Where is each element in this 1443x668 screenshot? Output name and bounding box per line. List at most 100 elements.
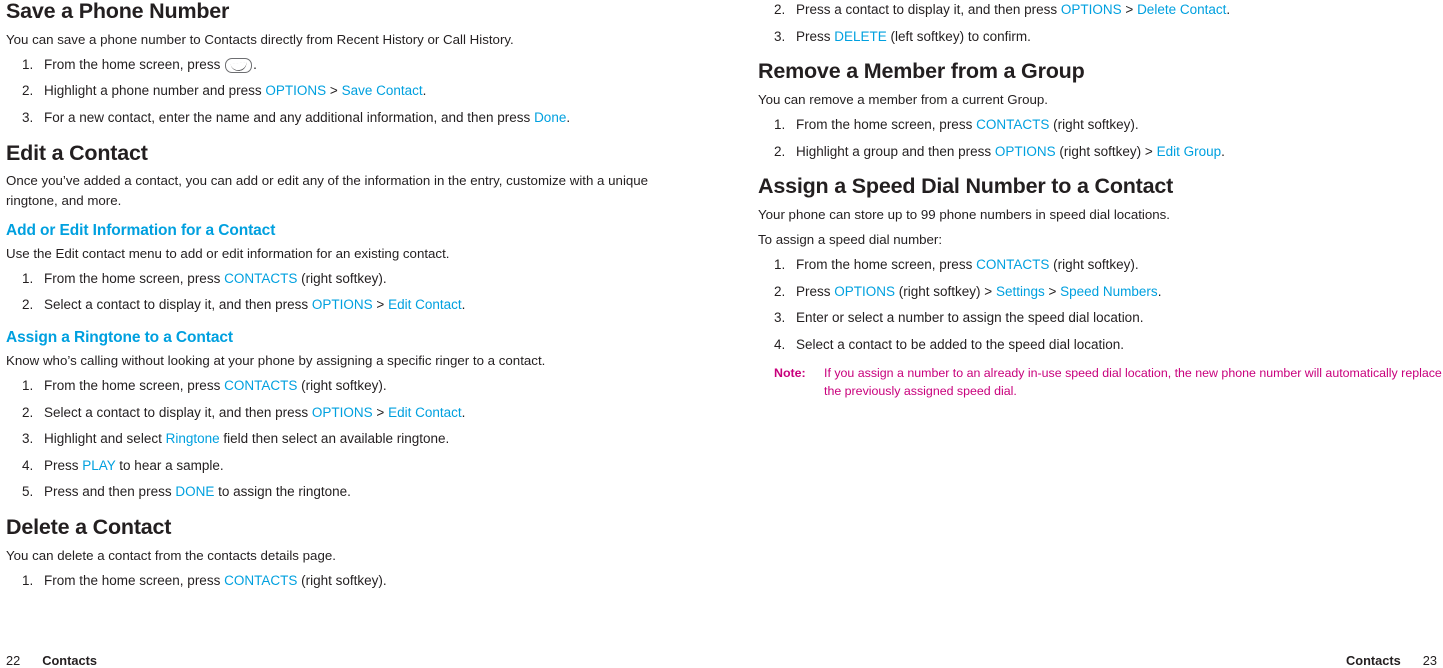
step-item: For a new contact, enter the name and an…: [6, 108, 696, 128]
step-item: Highlight a phone number and press OPTIO…: [6, 81, 696, 101]
step-text: field then select an available ringtone.: [219, 431, 450, 447]
ui-term: Edit Group: [1156, 143, 1222, 159]
step-text: .: [461, 297, 466, 313]
step-text: .: [461, 404, 466, 420]
step-text: .: [253, 56, 257, 72]
step-text: (right softkey) >: [1055, 143, 1157, 159]
footer-right-page: Contacts 23: [747, 642, 1437, 668]
ui-term: CONTACTS: [224, 572, 298, 588]
steps-delete-contact-continued: Press a contact to display it, and then …: [758, 0, 1443, 46]
step-text: Press: [44, 457, 83, 473]
ui-term: Delete Contact: [1137, 2, 1227, 17]
ui-term: Edit Contact: [388, 297, 462, 313]
step-item: Enter or select a number to assign the s…: [758, 308, 1443, 328]
ui-term: DELETE: [834, 28, 887, 44]
footer-left-page: 22 Contacts: [6, 642, 696, 668]
section-heading-assign-speed-dial: Assign a Speed Dial Number to a Contact: [758, 174, 1174, 199]
step-text: Highlight a phone number and press: [44, 83, 266, 99]
step-text: to assign the ringtone.: [214, 484, 351, 500]
steps-remove-member-from-group: From the home screen, press CONTACTS (ri…: [758, 115, 1443, 161]
chapter-name-left: Contacts: [42, 653, 97, 668]
steps-assign-ringtone: From the home screen, press CONTACTS (ri…: [6, 376, 696, 502]
ui-term: Save Contact: [341, 83, 423, 99]
step-item: From the home screen, press CONTACTS (ri…: [758, 115, 1443, 135]
step-item: Select a contact to display it, and then…: [6, 295, 696, 315]
ui-term: OPTIONS: [265, 83, 327, 99]
step-text: From the home screen, press: [796, 117, 977, 133]
note-label: Note:: [774, 365, 806, 380]
step-text: Highlight and select: [44, 431, 166, 447]
step-text: to hear a sample.: [115, 457, 224, 473]
manual-page-spread: Save a Phone Number You can save a phone…: [0, 0, 1443, 668]
ui-term: OPTIONS: [1060, 2, 1122, 17]
subsection-intro-add-or-edit-information: Use the Edit contact menu to add or edit…: [6, 245, 450, 261]
step-text: (right softkey).: [297, 572, 387, 588]
ui-term: DONE: [175, 484, 215, 500]
step-text: (right softkey).: [297, 270, 387, 286]
step-text: .: [1157, 283, 1162, 299]
step-text: >: [372, 404, 389, 420]
step-item: From the home screen, press .: [6, 55, 696, 75]
ui-term: Speed Numbers: [1060, 283, 1158, 299]
ui-term: Edit Contact: [388, 404, 462, 420]
step-text: (right softkey).: [297, 378, 387, 394]
chapter-name-right: Contacts: [1346, 653, 1401, 668]
ui-term: CONTACTS: [976, 117, 1050, 133]
step-text: Press: [796, 28, 835, 44]
section-heading-delete-contact: Delete a Contact: [6, 514, 172, 539]
ui-term: Settings: [995, 283, 1045, 299]
section-intro-remove-member-from-group: You can remove a member from a current G…: [758, 91, 1048, 107]
step-item: Press PLAY to hear a sample.: [6, 456, 696, 476]
page-number-right: 23: [1422, 653, 1437, 668]
step-text: From the home screen, press: [44, 270, 225, 286]
section-intro-edit-contact: Once you’ve added a contact, you can add…: [6, 173, 649, 208]
ui-term: Ringtone: [165, 431, 220, 447]
step-text: Press and then press: [44, 484, 176, 500]
section-heading-edit-contact: Edit a Contact: [6, 140, 148, 165]
subsection-intro-assign-ringtone: Know who’s calling without looking at yo…: [6, 352, 546, 368]
section-heading-remove-member-from-group: Remove a Member from a Group: [758, 59, 1085, 84]
step-text: From the home screen, press: [44, 572, 225, 588]
step-text: .: [422, 83, 427, 99]
steps-save-phone-number: From the home screen, press . Highlight a…: [6, 55, 696, 128]
step-text: (left softkey) to confirm.: [886, 28, 1031, 44]
note-text: If you assign a number to an already in-…: [824, 365, 1442, 398]
ui-term: OPTIONS: [311, 404, 373, 420]
step-text: >: [1121, 2, 1138, 17]
ui-term: CONTACTS: [224, 270, 298, 286]
note-block: Note: If you assign a number to an alrea…: [758, 365, 1443, 401]
ui-term: CONTACTS: [224, 378, 298, 394]
step-item: Highlight a group and then press OPTIONS…: [758, 142, 1443, 162]
step-text: >: [326, 83, 342, 99]
step-item: Press a contact to display it, and then …: [758, 0, 1443, 20]
section-intro-delete-contact: You can delete a contact from the contac…: [6, 547, 336, 563]
step-text: (right softkey) >: [895, 283, 996, 299]
section-intro-save-phone-number: You can save a phone number to Contacts …: [6, 31, 514, 47]
step-text: >: [1044, 283, 1061, 299]
ui-term: OPTIONS: [834, 283, 896, 299]
step-item: Highlight and select Ringtone field then…: [6, 429, 696, 449]
ui-term: OPTIONS: [994, 143, 1056, 159]
ui-term: PLAY: [82, 457, 116, 473]
step-text: From the home screen, press: [44, 56, 225, 72]
step-item: Select a contact to be added to the spee…: [758, 335, 1443, 355]
subsection-heading-assign-ringtone: Assign a Ringtone to a Contact: [6, 328, 233, 346]
subsection-heading-add-or-edit-information: Add or Edit Information for a Contact: [6, 221, 276, 239]
step-text: Select a contact to display it, and then…: [44, 297, 312, 313]
step-item: From the home screen, press CONTACTS (ri…: [758, 255, 1443, 275]
step-item: Press and then press DONE to assign the …: [6, 482, 696, 502]
step-text: (right softkey).: [1049, 117, 1139, 133]
step-text: Select a contact to be added to the spee…: [796, 337, 1124, 353]
section-heading-save-phone-number: Save a Phone Number: [6, 0, 230, 23]
step-text: .: [566, 110, 571, 126]
section-intro-assign-speed-dial: Your phone can store up to 99 phone numb…: [758, 206, 1171, 222]
step-text: (right softkey).: [1049, 257, 1139, 273]
step-text: Highlight a group and then press: [796, 143, 995, 159]
steps-add-or-edit-information: From the home screen, press CONTACTS (ri…: [6, 269, 696, 315]
step-item: From the home screen, press CONTACTS (ri…: [6, 269, 696, 289]
ui-term: Done: [534, 110, 567, 126]
step-text: Press: [796, 283, 835, 299]
step-item: Select a contact to display it, and then…: [6, 403, 696, 423]
step-item: From the home screen, press CONTACTS (ri…: [6, 376, 696, 396]
ui-term: OPTIONS: [311, 297, 373, 313]
